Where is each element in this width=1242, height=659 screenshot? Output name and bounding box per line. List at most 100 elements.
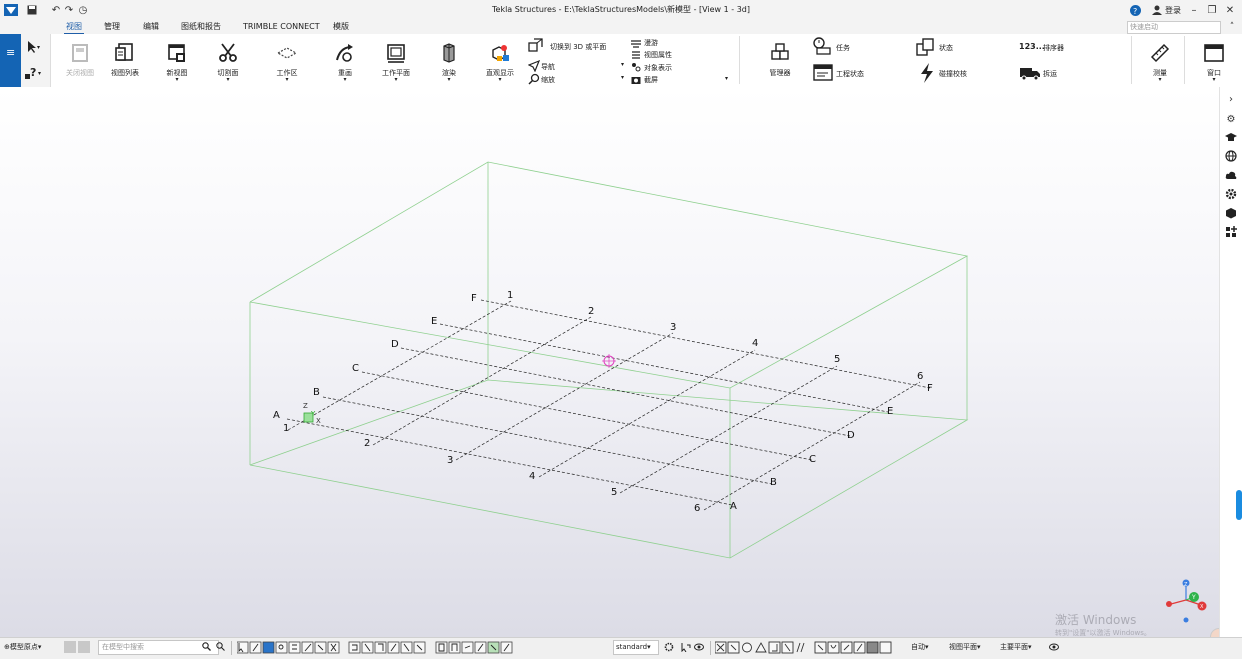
fly-button[interactable]: 漫游	[644, 38, 658, 48]
visualize-button[interactable]: 直观显示 ▾	[480, 42, 520, 83]
filter-settings-icon[interactable]	[664, 642, 674, 652]
snap-nearest-icon[interactable]	[827, 641, 840, 654]
view-list-icon	[115, 43, 133, 61]
navigate-button[interactable]: 导航	[541, 62, 555, 72]
side-pane-toggle[interactable]: ≡	[0, 34, 21, 87]
axis-gizmo[interactable]: Z Y X	[1166, 579, 1207, 623]
model-origin-dropdown[interactable]: ⊕模型原点▾	[4, 640, 41, 655]
unload-button[interactable]: 拆运	[1043, 69, 1057, 79]
view-plane-dropdown[interactable]: 视图平面▾	[949, 640, 981, 655]
snap-toolbar	[714, 640, 905, 658]
switch-3d-plane-button[interactable]: 切换到 3D 或平面	[550, 42, 606, 52]
visibility-eye-icon[interactable]	[1049, 642, 1059, 652]
measure-button[interactable]: 测量 ▾	[1142, 42, 1178, 83]
tasks-button[interactable]: 任务	[836, 43, 850, 53]
object-representation-button[interactable]: 对象表示	[644, 63, 672, 73]
window-button[interactable]: 窗口 ▾	[1196, 42, 1232, 83]
work-plane-button[interactable]: 工作平面 ▾	[376, 42, 416, 83]
grid-lines	[286, 299, 931, 511]
axis-x-label: X	[1200, 604, 1204, 610]
applications-icon[interactable]	[1224, 225, 1238, 239]
grid-line-1	[287, 300, 512, 431]
grid-label-2-start: 2	[364, 438, 370, 449]
svg-text:▾: ▾	[38, 70, 41, 77]
new-view-icon	[168, 44, 185, 62]
search-options-icon[interactable]	[216, 642, 225, 651]
select-surfaces-icon[interactable]	[262, 641, 275, 654]
view-plane-label: 视图平面	[949, 643, 977, 651]
disabled-toggle-button[interactable]	[64, 641, 76, 653]
grid-label-6-end: 6	[917, 371, 923, 382]
chevron-up-icon[interactable]: ˄	[1226, 21, 1238, 33]
filter-standard-dropdown[interactable]: standard▾	[613, 640, 659, 655]
cloud-icon[interactable]	[1224, 168, 1238, 182]
select-arrow-icon[interactable]: ▾	[24, 39, 44, 55]
new-view-button[interactable]: 新视图 ▾	[157, 42, 197, 83]
main-plane-dropdown[interactable]: 主要平面▾	[1000, 640, 1032, 655]
minimize-icon[interactable]: –	[1188, 3, 1200, 17]
search-icon[interactable]	[202, 642, 211, 651]
model-search-input[interactable]: 在模型中搜索	[98, 640, 219, 655]
ribbon-separator	[1184, 36, 1185, 84]
clip-plane-button[interactable]: 切割面 ▾	[208, 42, 248, 83]
tab-drawings-reports[interactable]: 图纸和报告	[179, 21, 223, 33]
snap-help-icon[interactable]: ? ▾	[24, 64, 44, 80]
snap-center-icon[interactable]	[742, 642, 752, 653]
navigate-icon	[527, 59, 541, 73]
property-settings-icon[interactable]: ⚙	[1224, 112, 1238, 126]
menu-icon[interactable]: ≡	[6, 46, 15, 59]
project-status-button[interactable]: 工程状态	[836, 69, 864, 79]
tab-view[interactable]: 视图	[64, 21, 84, 35]
tab-trimble-connect[interactable]: TRIMBLE CONNECT	[241, 21, 322, 33]
model-canvas[interactable]: A B C D E F A B C D E F 1 2 3 4 5 6 1 2 …	[0, 87, 1219, 637]
view-properties-button[interactable]: 视图属性	[644, 50, 672, 60]
quick-launch-input[interactable]: 快速启动	[1127, 21, 1221, 34]
grid-label-4-end: 4	[752, 338, 758, 349]
disabled-toggle-button[interactable]	[78, 641, 90, 653]
snap-free-icon[interactable]	[879, 641, 892, 654]
select-views-icon[interactable]	[348, 641, 361, 654]
chevron-down-icon[interactable]: ▾	[621, 61, 624, 68]
maximize-icon[interactable]: ❐	[1206, 3, 1218, 17]
chevron-down-icon[interactable]: ▾	[621, 74, 624, 81]
tab-edit[interactable]: 编辑	[141, 21, 161, 33]
select-grids-icon[interactable]	[288, 641, 301, 654]
globe-icon[interactable]	[1224, 149, 1238, 163]
snap-grid-icon[interactable]	[866, 641, 879, 654]
gear-icon[interactable]	[1224, 187, 1238, 201]
select-pour-icon[interactable]	[461, 641, 474, 654]
statusbar-separator	[231, 641, 232, 655]
academy-icon[interactable]	[1224, 130, 1238, 144]
zoom-button[interactable]: 缩放	[541, 75, 555, 85]
eye-icon[interactable]	[694, 642, 704, 652]
grid-label-1-end: 1	[507, 290, 513, 301]
snap-midpoint-icon[interactable]	[755, 642, 767, 653]
selection-switch-icon[interactable]	[681, 642, 691, 653]
view-list-button[interactable]: 视图列表	[105, 42, 145, 78]
close-icon[interactable]: ✕	[1224, 3, 1236, 17]
sequencer-button[interactable]: 排序器	[1043, 43, 1064, 53]
login-link[interactable]: 登录	[1165, 5, 1181, 16]
redraw-icon	[336, 44, 353, 62]
status-button[interactable]: 状态	[939, 43, 953, 53]
clash-check-button[interactable]: 碰撞校核	[939, 69, 967, 79]
close-view-button[interactable]: 关闭视图	[60, 42, 100, 78]
model-view-3d[interactable]: A B C D E F A B C D E F 1 2 3 4 5 6 1 2 …	[0, 87, 1230, 648]
select-points-icon[interactable]	[275, 641, 288, 654]
tab-manage[interactable]: 管理	[102, 21, 122, 33]
auto-dropdown[interactable]: 自动▾	[911, 640, 929, 655]
grid-label-c-end: C	[809, 454, 816, 465]
screenshot-button[interactable]: 截屏	[644, 75, 658, 85]
redraw-button[interactable]: 重画 ▾	[325, 42, 365, 83]
component-cube-icon[interactable]	[1224, 206, 1238, 220]
work-area-button[interactable]: 工作区 ▾	[267, 42, 307, 83]
grid-line-6	[703, 381, 921, 511]
clash-check-icon	[919, 63, 935, 83]
chevron-right-icon[interactable]: ›	[1224, 92, 1238, 106]
tab-templates[interactable]: 模版	[331, 21, 351, 33]
help-icon[interactable]: ?	[1129, 3, 1141, 17]
side-pane-scroll-indicator[interactable]	[1236, 490, 1242, 520]
rendering-button[interactable]: 渲染 ▾	[429, 42, 469, 83]
ribbon-expand-chevron-icon[interactable]: ▾	[725, 75, 728, 82]
manager-button[interactable]: 管理器	[762, 42, 798, 78]
